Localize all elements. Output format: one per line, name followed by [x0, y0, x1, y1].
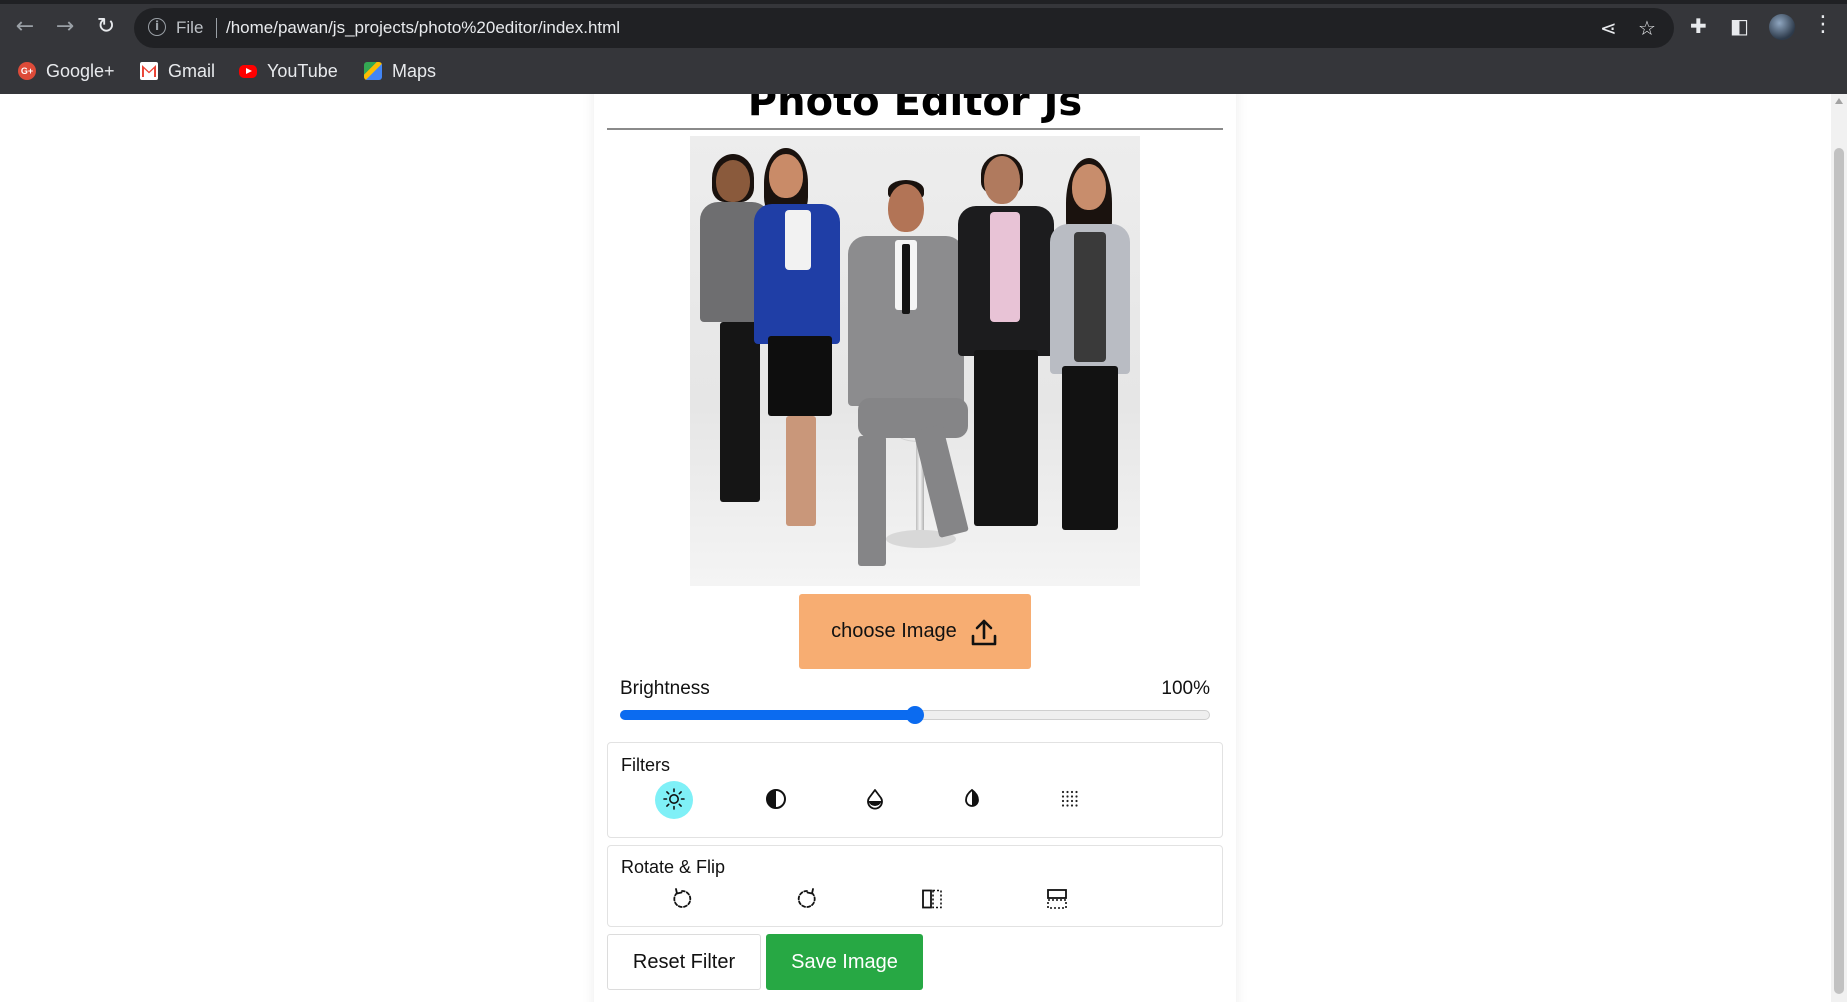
google-plus-icon: G+	[18, 62, 36, 80]
half-circle-icon	[765, 788, 787, 813]
flip-vertical-button[interactable]	[1038, 881, 1076, 919]
preview-image	[690, 136, 1140, 586]
rotate-right-icon	[795, 887, 819, 914]
arrow-left-icon[interactable]: ←	[12, 14, 38, 40]
filter-saturation-button[interactable]	[757, 781, 795, 819]
rotate-right-button[interactable]	[788, 881, 826, 919]
omnibox-separator	[216, 18, 217, 38]
reset-filter-button[interactable]: Reset Filter	[607, 934, 761, 990]
slider-fill	[620, 710, 915, 720]
bookmark-label: YouTube	[267, 60, 338, 81]
scroll-up-arrow-icon[interactable]	[1835, 98, 1843, 104]
rotate-flip-title: Rotate & Flip	[621, 857, 726, 877]
share-icon[interactable]: ⋖	[1600, 16, 1617, 40]
reload-icon[interactable]: ↻	[93, 14, 119, 40]
menu-dots-icon[interactable]: ⋮	[1812, 12, 1834, 37]
rotate-left-icon	[670, 887, 694, 914]
bookmark-label: Google+	[46, 60, 115, 81]
page-title: Photo Editor Js	[747, 94, 1083, 125]
rotate-left-button[interactable]	[663, 881, 701, 919]
page-viewport: Photo Editor Js choose Image Brightness …	[0, 94, 1831, 1002]
gmail-icon	[140, 62, 158, 80]
choose-image-label: choose Image	[831, 620, 957, 642]
brightness-value: 100%	[1161, 678, 1210, 699]
sun-icon	[662, 787, 686, 814]
contrast-icon	[961, 788, 983, 813]
address-bar[interactable]: i File /home/pawan/js_projects/photo%20e…	[134, 8, 1674, 48]
url-text[interactable]: /home/pawan/js_projects/photo%20editor/i…	[226, 18, 620, 38]
save-image-button[interactable]: Save Image	[766, 934, 923, 990]
bookmark-label: Maps	[392, 60, 437, 81]
choose-image-button[interactable]: choose Image	[799, 594, 1031, 669]
upload-icon	[969, 617, 999, 647]
browser-chrome: ← → ↻ i File /home/pawan/js_projects/pho…	[0, 0, 1847, 94]
bookmark-youtube[interactable]: YouTube	[239, 56, 338, 86]
bookmark-label: Gmail	[168, 60, 216, 81]
filter-grayscale-button[interactable]	[953, 781, 991, 819]
arrow-right-icon[interactable]: →	[52, 14, 78, 40]
slider-thumb[interactable]	[906, 706, 924, 724]
filter-brightness-button[interactable]	[655, 781, 693, 819]
dots-grid-icon	[1060, 789, 1080, 812]
filters-panel: Filters	[607, 742, 1223, 838]
rotate-flip-panel: Rotate & Flip	[607, 845, 1223, 927]
maps-icon	[364, 62, 382, 80]
info-icon[interactable]: i	[148, 18, 166, 36]
editor-container: Photo Editor Js choose Image Brightness …	[594, 94, 1236, 1002]
extensions-icon[interactable]: ✚	[1690, 14, 1707, 38]
avatar[interactable]	[1769, 14, 1795, 40]
scheme-label: File	[176, 18, 204, 37]
bookmark-gmail[interactable]: Gmail	[140, 56, 215, 86]
filter-inversion-button[interactable]	[856, 781, 894, 819]
youtube-icon	[239, 64, 257, 78]
side-panel-icon[interactable]: ◧	[1730, 14, 1749, 38]
bookmark-maps[interactable]: Maps	[364, 56, 436, 86]
filters-title: Filters	[621, 755, 670, 775]
flip-horizontal-button[interactable]	[913, 881, 951, 919]
page-scrollbar[interactable]	[1831, 94, 1847, 1002]
flip-horizontal-icon	[920, 887, 944, 914]
bookmark-google-plus[interactable]: G+ Google+	[18, 56, 115, 86]
tab-strip	[0, 0, 1847, 4]
filter-blur-button[interactable]	[1051, 781, 1089, 819]
scroll-thumb[interactable]	[1834, 148, 1844, 994]
title-divider	[607, 128, 1223, 130]
drop-icon	[864, 788, 886, 813]
star-icon[interactable]: ☆	[1638, 16, 1656, 40]
brightness-slider[interactable]	[620, 706, 1210, 724]
flip-vertical-icon	[1045, 887, 1069, 914]
brightness-label: Brightness	[620, 678, 710, 699]
